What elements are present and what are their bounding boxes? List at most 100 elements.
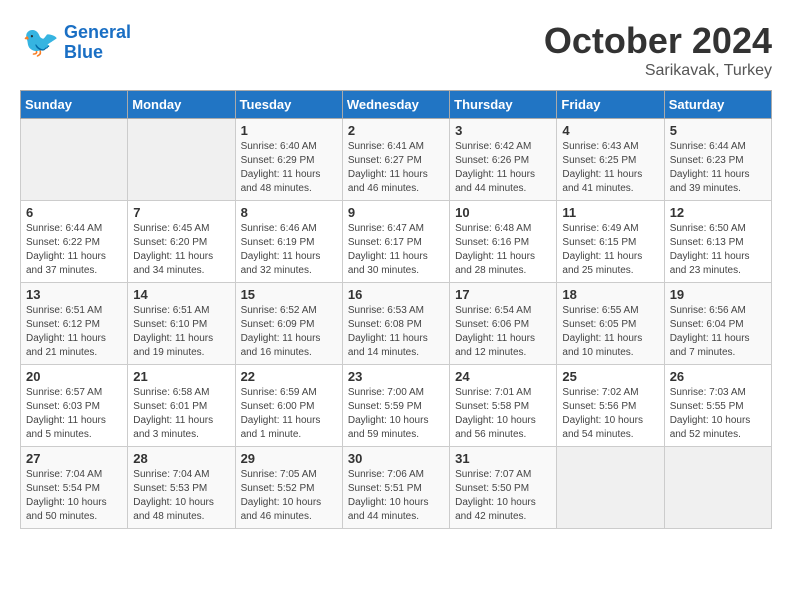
calendar-header-row: Sunday Monday Tuesday Wednesday Thursday… bbox=[21, 91, 772, 119]
sunset-text: Sunset: 5:53 PM bbox=[133, 482, 229, 496]
sunset-text: Sunset: 6:25 PM bbox=[562, 154, 658, 168]
sunset-text: Sunset: 5:56 PM bbox=[562, 400, 658, 414]
daylight-text: Daylight: 11 hours and 5 minutes. bbox=[26, 414, 122, 442]
sunset-text: Sunset: 6:27 PM bbox=[348, 154, 444, 168]
day-number: 9 bbox=[348, 205, 444, 220]
sunrise-text: Sunrise: 7:02 AM bbox=[562, 386, 658, 400]
day-number: 21 bbox=[133, 369, 229, 384]
day-info: Sunrise: 6:43 AM Sunset: 6:25 PM Dayligh… bbox=[562, 140, 658, 196]
calendar-cell: 26 Sunrise: 7:03 AM Sunset: 5:55 PM Dayl… bbox=[664, 365, 771, 447]
sunrise-text: Sunrise: 6:47 AM bbox=[348, 222, 444, 236]
day-number: 23 bbox=[348, 369, 444, 384]
col-saturday: Saturday bbox=[664, 91, 771, 119]
sunrise-text: Sunrise: 6:51 AM bbox=[133, 304, 229, 318]
sunset-text: Sunset: 5:59 PM bbox=[348, 400, 444, 414]
calendar-cell bbox=[128, 119, 235, 201]
page-header: 🐦 General Blue October 2024 Sarikavak, T… bbox=[20, 20, 772, 80]
sunset-text: Sunset: 5:50 PM bbox=[455, 482, 551, 496]
day-number: 28 bbox=[133, 451, 229, 466]
col-monday: Monday bbox=[128, 91, 235, 119]
col-friday: Friday bbox=[557, 91, 664, 119]
calendar-cell bbox=[664, 447, 771, 529]
sunrise-text: Sunrise: 7:04 AM bbox=[26, 468, 122, 482]
day-number: 16 bbox=[348, 287, 444, 302]
day-number: 10 bbox=[455, 205, 551, 220]
sunrise-text: Sunrise: 6:50 AM bbox=[670, 222, 766, 236]
sunrise-text: Sunrise: 6:58 AM bbox=[133, 386, 229, 400]
day-info: Sunrise: 7:04 AM Sunset: 5:54 PM Dayligh… bbox=[26, 468, 122, 524]
daylight-text: Daylight: 10 hours and 42 minutes. bbox=[455, 496, 551, 524]
sunset-text: Sunset: 6:00 PM bbox=[241, 400, 337, 414]
calendar-week-row: 1 Sunrise: 6:40 AM Sunset: 6:29 PM Dayli… bbox=[21, 119, 772, 201]
daylight-text: Daylight: 11 hours and 39 minutes. bbox=[670, 168, 766, 196]
calendar-cell: 3 Sunrise: 6:42 AM Sunset: 6:26 PM Dayli… bbox=[450, 119, 557, 201]
title-block: October 2024 Sarikavak, Turkey bbox=[544, 20, 772, 80]
calendar-cell bbox=[557, 447, 664, 529]
day-info: Sunrise: 6:47 AM Sunset: 6:17 PM Dayligh… bbox=[348, 222, 444, 278]
calendar-cell: 31 Sunrise: 7:07 AM Sunset: 5:50 PM Dayl… bbox=[450, 447, 557, 529]
logo-text: General Blue bbox=[64, 23, 131, 63]
calendar-cell: 25 Sunrise: 7:02 AM Sunset: 5:56 PM Dayl… bbox=[557, 365, 664, 447]
sunset-text: Sunset: 6:09 PM bbox=[241, 318, 337, 332]
calendar-cell: 18 Sunrise: 6:55 AM Sunset: 6:05 PM Dayl… bbox=[557, 283, 664, 365]
daylight-text: Daylight: 11 hours and 30 minutes. bbox=[348, 250, 444, 278]
calendar-cell: 7 Sunrise: 6:45 AM Sunset: 6:20 PM Dayli… bbox=[128, 201, 235, 283]
sunset-text: Sunset: 6:10 PM bbox=[133, 318, 229, 332]
sunrise-text: Sunrise: 6:53 AM bbox=[348, 304, 444, 318]
col-wednesday: Wednesday bbox=[342, 91, 449, 119]
sunset-text: Sunset: 6:04 PM bbox=[670, 318, 766, 332]
day-number: 3 bbox=[455, 123, 551, 138]
daylight-text: Daylight: 11 hours and 44 minutes. bbox=[455, 168, 551, 196]
daylight-text: Daylight: 11 hours and 46 minutes. bbox=[348, 168, 444, 196]
sunrise-text: Sunrise: 6:43 AM bbox=[562, 140, 658, 154]
sunrise-text: Sunrise: 6:56 AM bbox=[670, 304, 766, 318]
calendar-cell: 29 Sunrise: 7:05 AM Sunset: 5:52 PM Dayl… bbox=[235, 447, 342, 529]
sunrise-text: Sunrise: 6:59 AM bbox=[241, 386, 337, 400]
calendar-week-row: 27 Sunrise: 7:04 AM Sunset: 5:54 PM Dayl… bbox=[21, 447, 772, 529]
sunrise-text: Sunrise: 6:49 AM bbox=[562, 222, 658, 236]
daylight-text: Daylight: 10 hours and 44 minutes. bbox=[348, 496, 444, 524]
daylight-text: Daylight: 10 hours and 48 minutes. bbox=[133, 496, 229, 524]
col-thursday: Thursday bbox=[450, 91, 557, 119]
calendar-cell: 16 Sunrise: 6:53 AM Sunset: 6:08 PM Dayl… bbox=[342, 283, 449, 365]
sunrise-text: Sunrise: 6:44 AM bbox=[26, 222, 122, 236]
calendar-cell: 19 Sunrise: 6:56 AM Sunset: 6:04 PM Dayl… bbox=[664, 283, 771, 365]
day-number: 12 bbox=[670, 205, 766, 220]
day-info: Sunrise: 7:06 AM Sunset: 5:51 PM Dayligh… bbox=[348, 468, 444, 524]
sunrise-text: Sunrise: 7:05 AM bbox=[241, 468, 337, 482]
sunset-text: Sunset: 6:17 PM bbox=[348, 236, 444, 250]
day-info: Sunrise: 6:56 AM Sunset: 6:04 PM Dayligh… bbox=[670, 304, 766, 360]
day-info: Sunrise: 6:50 AM Sunset: 6:13 PM Dayligh… bbox=[670, 222, 766, 278]
day-info: Sunrise: 6:46 AM Sunset: 6:19 PM Dayligh… bbox=[241, 222, 337, 278]
daylight-text: Daylight: 10 hours and 46 minutes. bbox=[241, 496, 337, 524]
sunset-text: Sunset: 5:51 PM bbox=[348, 482, 444, 496]
daylight-text: Daylight: 10 hours and 59 minutes. bbox=[348, 414, 444, 442]
sunset-text: Sunset: 6:29 PM bbox=[241, 154, 337, 168]
daylight-text: Daylight: 11 hours and 21 minutes. bbox=[26, 332, 122, 360]
day-info: Sunrise: 6:59 AM Sunset: 6:00 PM Dayligh… bbox=[241, 386, 337, 442]
sunrise-text: Sunrise: 7:07 AM bbox=[455, 468, 551, 482]
calendar-cell: 10 Sunrise: 6:48 AM Sunset: 6:16 PM Dayl… bbox=[450, 201, 557, 283]
sunrise-text: Sunrise: 7:01 AM bbox=[455, 386, 551, 400]
daylight-text: Daylight: 11 hours and 25 minutes. bbox=[562, 250, 658, 278]
calendar-week-row: 6 Sunrise: 6:44 AM Sunset: 6:22 PM Dayli… bbox=[21, 201, 772, 283]
svg-text:🐦: 🐦 bbox=[22, 26, 59, 59]
day-info: Sunrise: 6:44 AM Sunset: 6:23 PM Dayligh… bbox=[670, 140, 766, 196]
daylight-text: Daylight: 11 hours and 16 minutes. bbox=[241, 332, 337, 360]
calendar-cell: 21 Sunrise: 6:58 AM Sunset: 6:01 PM Dayl… bbox=[128, 365, 235, 447]
day-info: Sunrise: 6:54 AM Sunset: 6:06 PM Dayligh… bbox=[455, 304, 551, 360]
sunrise-text: Sunrise: 6:51 AM bbox=[26, 304, 122, 318]
calendar-cell: 20 Sunrise: 6:57 AM Sunset: 6:03 PM Dayl… bbox=[21, 365, 128, 447]
day-info: Sunrise: 7:03 AM Sunset: 5:55 PM Dayligh… bbox=[670, 386, 766, 442]
day-number: 31 bbox=[455, 451, 551, 466]
calendar-cell: 27 Sunrise: 7:04 AM Sunset: 5:54 PM Dayl… bbox=[21, 447, 128, 529]
sunset-text: Sunset: 5:58 PM bbox=[455, 400, 551, 414]
day-number: 7 bbox=[133, 205, 229, 220]
sunrise-text: Sunrise: 6:54 AM bbox=[455, 304, 551, 318]
calendar-week-row: 13 Sunrise: 6:51 AM Sunset: 6:12 PM Dayl… bbox=[21, 283, 772, 365]
calendar-cell: 24 Sunrise: 7:01 AM Sunset: 5:58 PM Dayl… bbox=[450, 365, 557, 447]
day-info: Sunrise: 6:48 AM Sunset: 6:16 PM Dayligh… bbox=[455, 222, 551, 278]
daylight-text: Daylight: 11 hours and 34 minutes. bbox=[133, 250, 229, 278]
day-info: Sunrise: 6:52 AM Sunset: 6:09 PM Dayligh… bbox=[241, 304, 337, 360]
day-info: Sunrise: 6:44 AM Sunset: 6:22 PM Dayligh… bbox=[26, 222, 122, 278]
